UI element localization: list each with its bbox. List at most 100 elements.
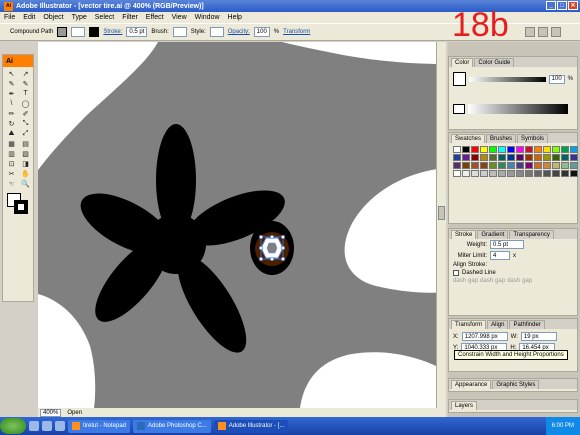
opacity-field[interactable]: 100 [253, 27, 270, 37]
live-paint-tool-icon[interactable]: ◨ [19, 159, 32, 168]
swatch[interactable] [552, 162, 560, 169]
swatch[interactable] [570, 162, 578, 169]
graph-tool-icon[interactable]: ▤ [19, 139, 32, 148]
task-photoshop[interactable]: Adobe Photoshop C... [133, 419, 211, 433]
scissors-tool-icon[interactable]: ✂ [5, 169, 18, 178]
bounding-box-handle[interactable] [270, 235, 274, 239]
swatch[interactable] [525, 170, 533, 177]
transform-link[interactable]: Transform [283, 29, 310, 35]
tab-pathfinder[interactable]: Pathfinder [509, 320, 545, 329]
swatch[interactable] [489, 162, 497, 169]
tab-transform[interactable]: Transform [451, 320, 487, 329]
bounding-box-handle[interactable] [281, 257, 285, 261]
tab-graphic-styles[interactable]: Graphic Styles [492, 380, 540, 389]
swatch[interactable] [516, 162, 524, 169]
tab-brushes[interactable]: Brushes [486, 134, 517, 143]
clock[interactable]: 6:00 PM [552, 423, 574, 429]
page-tool-icon[interactable]: ☜ [5, 179, 18, 188]
tab-transparency[interactable]: Transparency [509, 230, 554, 239]
bounding-box-handle[interactable] [259, 235, 263, 239]
swatch[interactable] [498, 162, 506, 169]
quick-launch-desktop-icon[interactable] [42, 421, 52, 431]
swatch[interactable] [543, 146, 551, 153]
swatch[interactable] [453, 170, 461, 177]
tab-color-guide[interactable]: Color Guide [474, 58, 515, 67]
menu-window[interactable]: Window [195, 14, 220, 21]
swatch[interactable] [471, 162, 479, 169]
swatch[interactable] [552, 146, 560, 153]
swatch[interactable] [516, 154, 524, 161]
minimize-button[interactable]: _ [546, 1, 556, 10]
menu-effect[interactable]: Effect [146, 14, 164, 21]
menu-icon[interactable] [551, 27, 561, 37]
color-fill-box[interactable] [453, 72, 467, 86]
swatch[interactable] [534, 146, 542, 153]
swatch[interactable] [453, 162, 461, 169]
swatch[interactable] [480, 170, 488, 177]
swatch[interactable] [543, 170, 551, 177]
swatch[interactable] [471, 146, 479, 153]
rotate-tool-icon[interactable]: ↻ [5, 119, 18, 128]
menu-type[interactable]: Type [72, 14, 87, 21]
tab-gradient[interactable]: Gradient [477, 230, 509, 239]
menu-filter[interactable]: Filter [122, 14, 138, 21]
scale-tool-icon[interactable]: ⤡ [19, 119, 32, 128]
bounding-box-handle[interactable] [281, 246, 285, 250]
hand-tool-icon[interactable]: ✋ [19, 169, 32, 178]
swatch[interactable] [507, 154, 515, 161]
swatch[interactable] [489, 146, 497, 153]
swatch[interactable] [534, 162, 542, 169]
brush-dropdown[interactable] [172, 27, 187, 37]
w-field[interactable]: 19 px [520, 332, 557, 341]
swatch[interactable] [471, 170, 479, 177]
close-button[interactable]: ✕ [568, 1, 578, 10]
tab-stroke[interactable]: Stroke [451, 230, 477, 239]
color-spectrum-bar[interactable] [468, 104, 568, 114]
eyedropper-tool-icon[interactable]: ⊡ [5, 159, 18, 168]
color-value-field[interactable]: 100 [548, 74, 565, 84]
swatch[interactable] [543, 162, 551, 169]
swatch[interactable] [543, 154, 551, 161]
swatch[interactable] [462, 154, 470, 161]
quick-launch-ie-icon[interactable] [29, 421, 39, 431]
swatch[interactable] [453, 154, 461, 161]
bounding-box-handle[interactable] [270, 257, 274, 261]
tab-layers[interactable]: Layers [451, 401, 478, 410]
swatch[interactable] [525, 146, 533, 153]
stroke-swatch[interactable] [89, 27, 100, 37]
stroke-box[interactable] [14, 200, 28, 214]
stroke-weight-field[interactable]: 0.5 pt [126, 27, 148, 37]
tab-swatches[interactable]: Swatches [451, 134, 486, 143]
fill-stroke-widget[interactable] [3, 192, 33, 218]
swatch[interactable] [507, 146, 515, 153]
swatch[interactable] [534, 154, 542, 161]
swatch[interactable] [561, 162, 569, 169]
align-icon[interactable] [538, 27, 548, 37]
quick-launch-media-icon[interactable] [55, 421, 65, 431]
zoom-level-field[interactable]: 400% [40, 408, 62, 417]
menu-object[interactable]: Object [43, 14, 63, 21]
swatch[interactable] [480, 154, 488, 161]
maximize-button[interactable]: □ [557, 1, 567, 10]
menu-edit[interactable]: Edit [23, 14, 35, 21]
free-transform-tool-icon[interactable]: ⤢ [19, 129, 32, 138]
line-tool-icon[interactable]: \ [5, 99, 18, 108]
menu-select[interactable]: Select [95, 14, 114, 21]
task-notepad[interactable]: tiretut - Notepad [68, 419, 131, 433]
menu-file[interactable]: File [4, 14, 15, 21]
tab-color[interactable]: Color [451, 58, 474, 67]
artboard-canvas[interactable] [38, 42, 444, 408]
scrollbar-thumb[interactable] [438, 206, 445, 220]
opacity-link[interactable]: Opacity: [228, 29, 250, 35]
stroke-link[interactable]: Stroke: [103, 29, 122, 35]
swatch[interactable] [480, 162, 488, 169]
swatch[interactable] [570, 170, 578, 177]
fill-swatch[interactable] [57, 27, 68, 37]
swatch[interactable] [561, 146, 569, 153]
pencil-tool-icon[interactable]: ✐ [19, 109, 32, 118]
swatch[interactable] [525, 162, 533, 169]
swatch[interactable] [489, 154, 497, 161]
dashed-line-checkbox[interactable] [453, 270, 459, 276]
menu-view[interactable]: View [172, 14, 187, 21]
ellipse-tool-icon[interactable]: ◯ [19, 99, 32, 108]
